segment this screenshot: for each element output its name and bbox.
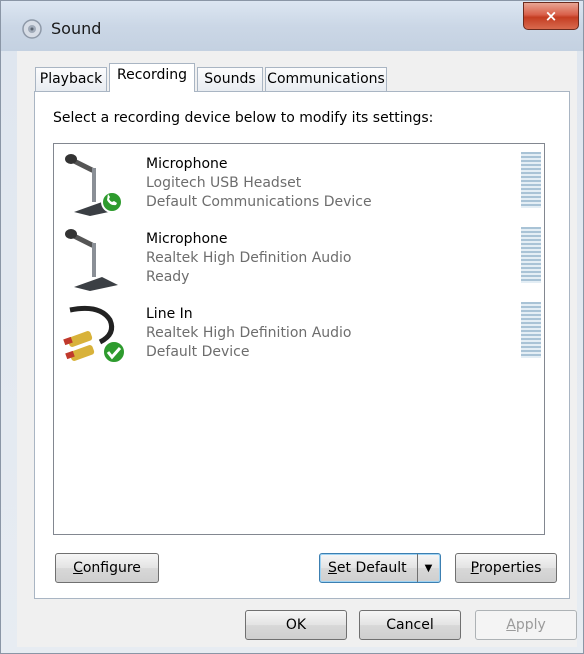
chevron-down-icon[interactable]: ▼ [417,554,439,582]
device-status: Default Device [146,344,250,360]
close-icon: × [544,7,558,25]
instruction-text: Select a recording device below to modif… [53,110,434,126]
device-driver: Realtek High Definition Audio [146,250,352,266]
device-driver: Logitech USB Headset [146,175,302,191]
tab-sounds[interactable]: Sounds [197,67,263,91]
tab-label: Sounds [204,71,256,87]
configure-label: Configure [73,560,141,576]
apply-button[interactable]: Apply [475,610,577,640]
properties-label: Properties [470,560,542,576]
microphone-icon [65,229,118,291]
list-item-line-in[interactable]: Line In Realtek High Definition Audio De… [54,298,544,370]
device-status: Default Communications Device [146,194,372,210]
line-in-cable-icon [63,305,126,364]
window-title: Sound [51,19,102,38]
recording-tab-panel: Select a recording device below to modif… [34,91,570,599]
title-bar[interactable]: Sound × [1,1,583,51]
microphone-icon [65,154,123,216]
apply-label: Apply [506,617,546,633]
level-meter [521,302,541,358]
speaker-icon [22,19,42,39]
device-driver: Realtek High Definition Audio [146,325,352,341]
device-name: Line In [146,306,193,322]
ok-label: OK [285,617,307,633]
close-button[interactable]: × [523,2,579,30]
recording-device-list[interactable]: Microphone Logitech USB Headset Default … [53,143,545,535]
device-name: Microphone [146,231,228,247]
properties-button[interactable]: Properties [455,553,557,583]
cancel-button[interactable]: Cancel [359,610,461,640]
sound-dialog: Sound × Playback Recording Sounds Commun… [0,0,584,654]
list-item-microphone-realtek[interactable]: Microphone Realtek High Definition Audio… [54,223,544,295]
tab-label: Playback [39,71,103,87]
configure-button[interactable]: Configure [55,553,159,583]
set-default-label: Set Default [328,560,407,576]
tab-label: Communications [267,71,385,87]
cancel-label: Cancel [386,617,434,633]
device-name: Microphone [146,156,228,172]
tab-communications[interactable]: Communications [265,67,387,91]
tab-playback[interactable]: Playback [35,67,107,91]
checkmark-icon [102,340,126,364]
ok-button[interactable]: OK [245,610,347,640]
set-default-split-button[interactable]: Set Default ▼ [319,553,441,583]
list-item-microphone-usb[interactable]: Microphone Logitech USB Headset Default … [54,148,544,220]
level-meter [521,152,541,208]
tab-label: Recording [116,67,188,83]
tab-recording[interactable]: Recording [109,63,195,92]
level-meter [521,227,541,283]
device-status: Ready [146,269,190,285]
